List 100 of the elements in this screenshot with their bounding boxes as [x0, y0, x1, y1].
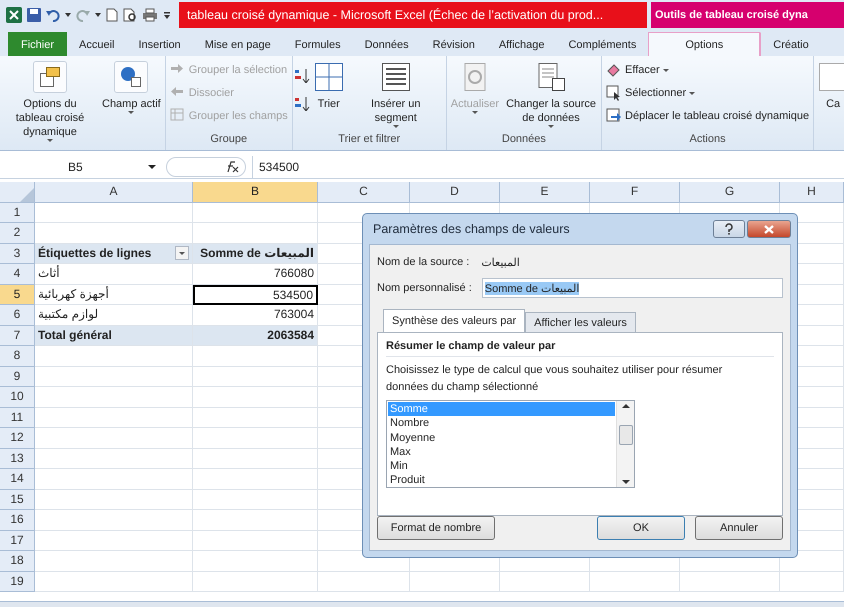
row-header[interactable]: 18 — [0, 551, 35, 572]
save-icon[interactable] — [27, 8, 41, 22]
grid-cell[interactable] — [318, 572, 410, 592]
formula-field[interactable]: 534500 — [252, 156, 844, 178]
row-header[interactable]: 11 — [0, 408, 35, 428]
row-header[interactable]: 4 — [0, 264, 35, 284]
grid-cell[interactable] — [35, 469, 193, 490]
scroll-thumb[interactable] — [618, 425, 632, 446]
caret-icon[interactable] — [65, 13, 71, 17]
row-header[interactable]: 10 — [0, 387, 35, 408]
ribbon-tab[interactable]: Insertion — [126, 32, 193, 56]
row-header[interactable]: 6 — [0, 305, 35, 326]
file-tab[interactable]: Fichier — [8, 32, 68, 56]
ribbon-tab[interactable]: Affichage — [486, 32, 556, 56]
column-header[interactable]: C — [318, 182, 410, 202]
grid-cell[interactable] — [35, 551, 193, 572]
select-all-corner[interactable] — [0, 182, 35, 202]
grid-cell[interactable] — [193, 408, 318, 428]
cancel-button[interactable]: Annuler — [695, 516, 783, 540]
column-header[interactable]: G — [680, 182, 780, 202]
row-header[interactable]: 5 — [0, 284, 35, 305]
dialog-tab[interactable]: Afficher les valeurs — [525, 312, 636, 332]
sort-ascending-icon[interactable] — [294, 69, 310, 83]
ribbon-tab[interactable]: Accueil — [67, 32, 126, 56]
grid-cell[interactable] — [193, 490, 318, 510]
row-header[interactable]: 2 — [0, 223, 35, 244]
column-header[interactable]: A — [35, 182, 193, 202]
ribbon-tab[interactable]: Révision — [420, 32, 487, 56]
grid-cell[interactable] — [193, 346, 318, 366]
ribbon-button[interactable]: Ca — [816, 59, 844, 133]
grid-cell[interactable] — [410, 572, 500, 592]
grid-cell[interactable] — [193, 366, 318, 387]
row-header[interactable]: 7 — [0, 326, 35, 346]
caret-icon[interactable] — [95, 13, 101, 17]
name-input-field[interactable]: Somme de المبيعات — [482, 278, 783, 298]
ribbon-button[interactable]: Insérer un segment — [348, 59, 444, 133]
insert-function-button[interactable] — [166, 156, 246, 176]
row-header[interactable]: 13 — [0, 448, 35, 469]
grid-cell[interactable] — [193, 469, 318, 490]
sort-descending-icon[interactable] — [294, 97, 310, 111]
ribbon-button[interactable]: Champ actif — [100, 59, 163, 144]
new-document-icon[interactable] — [106, 8, 118, 22]
ribbon-tab[interactable]: Options — [648, 32, 760, 56]
close-button[interactable] — [747, 220, 791, 238]
grid-cell[interactable] — [35, 490, 193, 510]
name-box[interactable]: B5 — [10, 156, 160, 178]
function-list[interactable]: Somme Nombre Moyenne Max Min Produit — [386, 400, 635, 488]
ribbon-button[interactable]: Sélectionner — [604, 83, 812, 103]
ribbon-tab[interactable]: Compléments — [556, 32, 648, 56]
grid-cell[interactable] — [35, 366, 193, 387]
grid-cell[interactable] — [193, 551, 318, 572]
row-header[interactable]: 19 — [0, 572, 35, 592]
grid-cell[interactable] — [35, 202, 193, 223]
print-preview-icon[interactable] — [123, 8, 137, 22]
column-header[interactable]: B — [193, 182, 318, 202]
ribbon-button[interactable]: Trier — [312, 59, 346, 133]
redo-icon[interactable] — [76, 8, 90, 22]
ribbon-button[interactable]: Déplacer le tableau croisé dynamique — [604, 106, 812, 126]
format-button[interactable]: Format de nombre — [377, 516, 495, 540]
dialog-tab[interactable]: Synthèse des valeurs par — [383, 309, 526, 332]
list-item[interactable]: Moyenne — [388, 430, 615, 445]
printer-icon[interactable] — [142, 8, 158, 22]
grid-cell[interactable] — [193, 448, 318, 469]
grid-cell[interactable] — [35, 428, 193, 448]
grid-cell[interactable] — [193, 428, 318, 448]
row-header[interactable]: 9 — [0, 366, 35, 387]
row-header[interactable]: 17 — [0, 530, 35, 551]
row-header[interactable]: 12 — [0, 428, 35, 448]
grid-cell[interactable] — [680, 572, 780, 592]
list-item[interactable]: Nombre — [388, 416, 615, 431]
undo-icon[interactable] — [46, 8, 60, 22]
sheet-tab-bar[interactable] — [0, 601, 844, 607]
grid-cell[interactable] — [193, 510, 318, 530]
column-header[interactable]: D — [410, 182, 500, 202]
list-item[interactable]: Max — [388, 444, 615, 460]
ribbon-button[interactable]: Changer la source de données — [503, 59, 600, 133]
ribbon-tab[interactable]: Mise en page — [192, 32, 283, 56]
list-item[interactable]: Min — [388, 459, 615, 474]
grid-cell[interactable] — [193, 572, 318, 592]
column-header[interactable]: E — [500, 182, 590, 202]
grid-cell[interactable] — [35, 510, 193, 530]
grid-cell[interactable] — [35, 408, 193, 428]
ribbon-tab[interactable]: Données — [352, 32, 421, 56]
grid-cell[interactable] — [193, 387, 318, 408]
grid-cell[interactable] — [35, 387, 193, 408]
scrollbar[interactable] — [616, 401, 634, 487]
grid-cell[interactable] — [35, 448, 193, 469]
column-header[interactable]: H — [780, 182, 844, 202]
grid-cell[interactable] — [193, 202, 318, 223]
ribbon-tab[interactable]: Formules — [282, 32, 353, 56]
row-header[interactable]: 16 — [0, 510, 35, 530]
filter-button[interactable] — [175, 246, 189, 260]
row-header[interactable]: 15 — [0, 490, 35, 510]
grid-cell[interactable] — [193, 530, 318, 551]
column-header[interactable]: F — [590, 182, 680, 202]
ok-button[interactable]: OK — [597, 516, 685, 540]
scroll-down-icon[interactable] — [622, 480, 630, 484]
grid-cell[interactable] — [780, 572, 844, 592]
grid-cell[interactable] — [35, 346, 193, 366]
customize-menu-icon[interactable] — [163, 9, 171, 21]
